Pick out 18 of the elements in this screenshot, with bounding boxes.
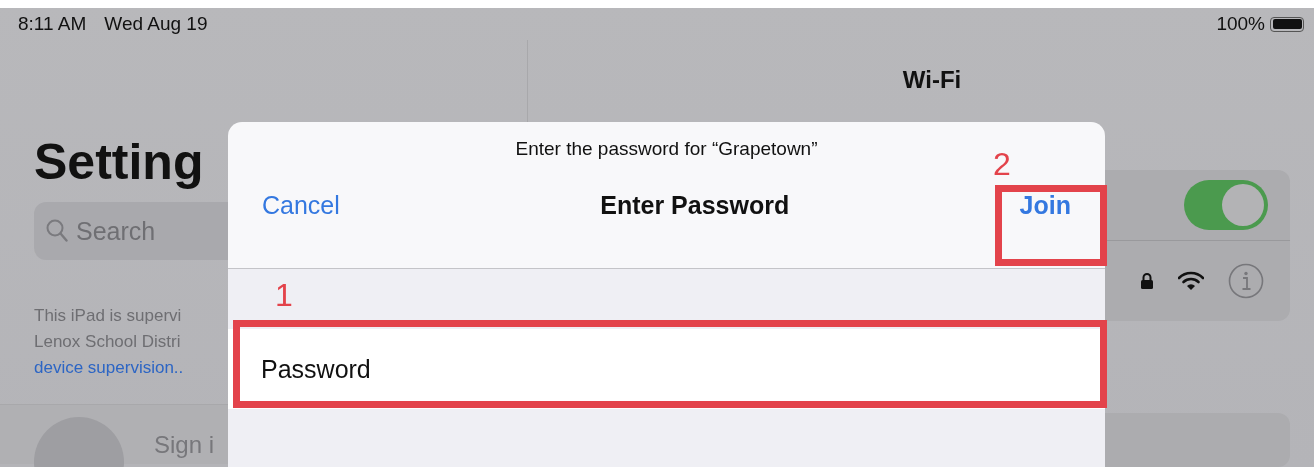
- wifi-title: Wi-Fi: [901, 66, 963, 94]
- join-button[interactable]: Join: [1013, 184, 1077, 226]
- supervision-note: Lenox School Distri: [34, 331, 182, 353]
- battery-percent: 100%: [1216, 13, 1265, 35]
- step-number: 1: [275, 278, 293, 312]
- status-time: 8:11 AM: [18, 13, 87, 35]
- dialog-title: Enter Password: [599, 190, 790, 220]
- supervision-note: This iPad is supervi: [34, 305, 183, 327]
- lock-icon: [1140, 272, 1154, 290]
- status-date: Wed Aug 19: [104, 13, 208, 35]
- step-number: 2: [993, 147, 1011, 181]
- wifi-icon: [1178, 271, 1204, 291]
- info-icon[interactable]: [1228, 263, 1264, 299]
- wifi-toggle[interactable]: [1184, 180, 1268, 230]
- battery-icon: [1270, 16, 1304, 32]
- search-icon: [46, 219, 68, 243]
- dialog-prompt: Enter the password for “Grapetown”: [514, 138, 819, 160]
- sign-in-label: Sign i: [154, 431, 215, 460]
